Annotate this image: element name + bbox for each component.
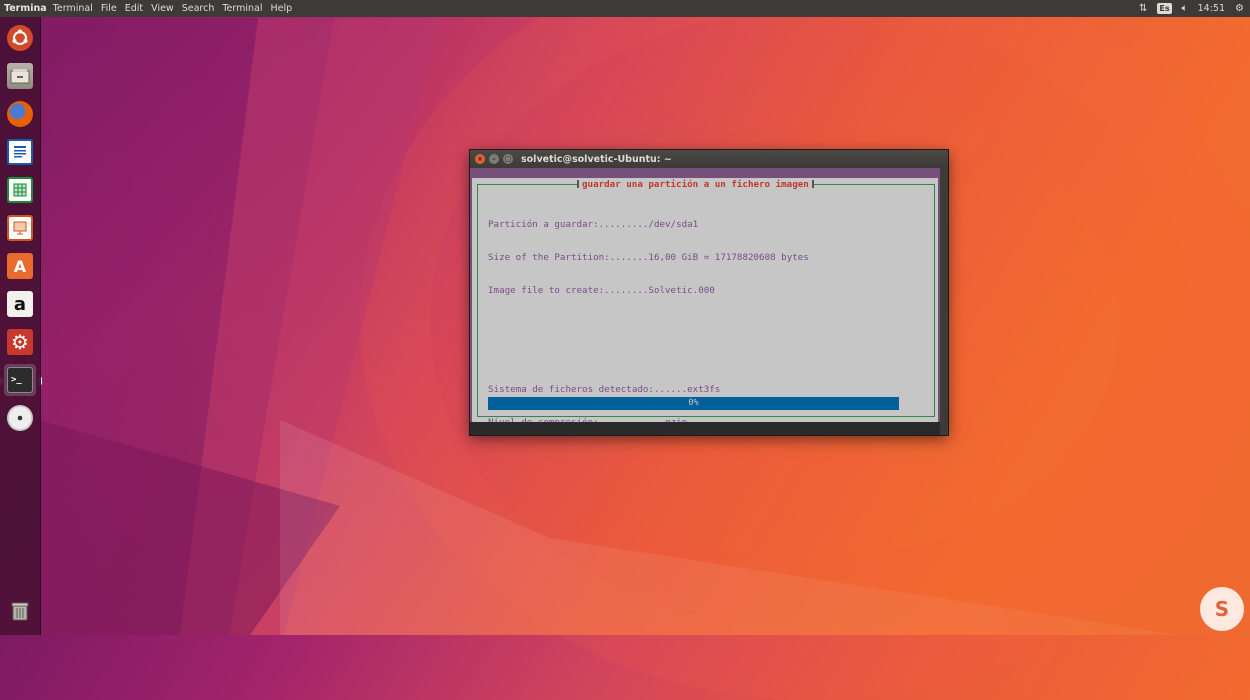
info-line: Partición a guardar:........./dev/sda1 bbox=[488, 219, 699, 230]
menu-terminal[interactable]: Terminal bbox=[53, 3, 93, 14]
active-app-name: Termina bbox=[4, 3, 47, 14]
amazon-icon[interactable]: a bbox=[4, 288, 36, 320]
gear-icon[interactable]: ⚙ bbox=[1235, 0, 1244, 17]
terminal-content[interactable]: guardar una partición a un fichero image… bbox=[470, 168, 940, 435]
ubuntu-dash-icon[interactable] bbox=[4, 22, 36, 54]
impress-icon[interactable] bbox=[4, 212, 36, 244]
minimize-icon[interactable]: – bbox=[489, 154, 499, 164]
maximize-icon[interactable]: □ bbox=[503, 154, 513, 164]
clock[interactable]: 14:51 bbox=[1198, 3, 1225, 14]
keyboard-layout-indicator[interactable]: Es bbox=[1157, 3, 1172, 14]
software-center-icon[interactable]: A bbox=[4, 250, 36, 282]
trash-icon[interactable] bbox=[4, 595, 36, 627]
terminal-bottom-bar bbox=[470, 422, 940, 435]
info-line bbox=[488, 351, 809, 362]
firefox-icon[interactable] bbox=[4, 98, 36, 130]
info-line: Size of the Partition:.......16,00 GiB =… bbox=[488, 252, 809, 263]
window-title: solvetic@solvetic-Ubuntu: ~ bbox=[521, 153, 672, 165]
dialog-frame: guardar una partición a un fichero image… bbox=[477, 179, 935, 428]
files-icon[interactable] bbox=[4, 60, 36, 92]
calc-icon[interactable] bbox=[4, 174, 36, 206]
indicator-area: ⇅ Es 🔈︎ 14:51 ⚙ bbox=[1139, 0, 1244, 17]
partimage-dialog: guardar una partición a un fichero image… bbox=[472, 178, 938, 428]
progress-label: 0% bbox=[688, 398, 699, 408]
progress-bar: 0% bbox=[488, 397, 899, 410]
info-line: Sistema de ficheros detectado:......ext3… bbox=[488, 384, 721, 395]
menu-terminal-2[interactable]: Terminal bbox=[222, 3, 262, 14]
info-line bbox=[488, 318, 809, 329]
menu-view[interactable]: View bbox=[151, 3, 174, 14]
menu-edit[interactable]: Edit bbox=[125, 3, 143, 14]
menu-bar: Terminal File Edit View Search Terminal … bbox=[53, 3, 292, 14]
watermark-logo: S bbox=[1200, 587, 1244, 631]
network-icon[interactable]: ⇅ bbox=[1139, 0, 1147, 17]
info-line: Image file to create:........Solvetic.00… bbox=[488, 285, 715, 296]
top-panel: Termina Terminal File Edit View Search T… bbox=[0, 0, 1250, 17]
window-titlebar[interactable]: × – □ solvetic@solvetic-Ubuntu: ~ bbox=[470, 150, 948, 168]
close-icon[interactable]: × bbox=[475, 154, 485, 164]
dialog-title: guardar una partición a un fichero image… bbox=[577, 179, 814, 190]
dialog-info: Partición a guardar:........./dev/sda1 S… bbox=[488, 197, 809, 450]
menu-help[interactable]: Help bbox=[271, 3, 293, 14]
volume-icon[interactable]: 🔈︎ bbox=[1182, 0, 1188, 17]
menu-search[interactable]: Search bbox=[182, 3, 215, 14]
dvd-icon[interactable] bbox=[4, 402, 36, 434]
menu-file[interactable]: File bbox=[101, 3, 117, 14]
system-settings-icon[interactable]: ⚙ bbox=[4, 326, 36, 358]
launcher: A a ⚙ >_ bbox=[0, 17, 41, 635]
terminal-window[interactable]: × – □ solvetic@solvetic-Ubuntu: ~ guarda… bbox=[470, 150, 948, 435]
writer-icon[interactable] bbox=[4, 136, 36, 168]
terminal-icon[interactable]: >_ bbox=[4, 364, 36, 396]
scrollbar[interactable] bbox=[940, 168, 948, 435]
